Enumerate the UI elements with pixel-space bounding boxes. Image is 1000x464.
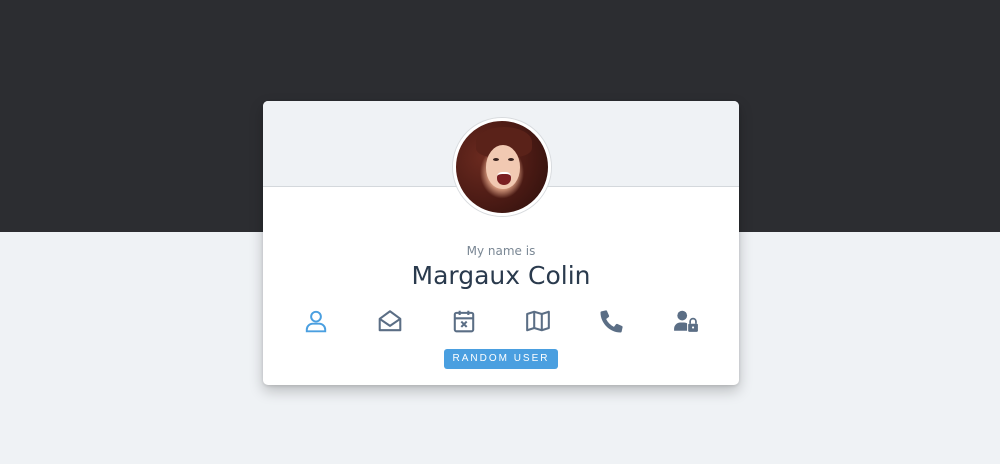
page: My name is Margaux Colin RANDOM USER	[0, 0, 1000, 464]
phone-icon[interactable]	[599, 308, 625, 334]
user-name: Margaux Colin	[411, 261, 591, 290]
name-label: My name is	[466, 244, 536, 258]
map-icon[interactable]	[525, 308, 551, 334]
avatar	[453, 118, 551, 216]
calendar-x-icon[interactable]	[451, 308, 477, 334]
random-user-button[interactable]: RANDOM USER	[444, 349, 558, 369]
envelope-open-icon[interactable]	[377, 308, 403, 334]
user-icon[interactable]	[303, 308, 329, 334]
avatar-eye	[508, 158, 514, 161]
avatar-eye	[493, 158, 499, 161]
user-lock-icon[interactable]	[673, 308, 699, 334]
icon-row	[263, 306, 739, 336]
avatar-mouth	[497, 172, 511, 185]
user-card: My name is Margaux Colin RANDOM USER	[263, 101, 739, 385]
